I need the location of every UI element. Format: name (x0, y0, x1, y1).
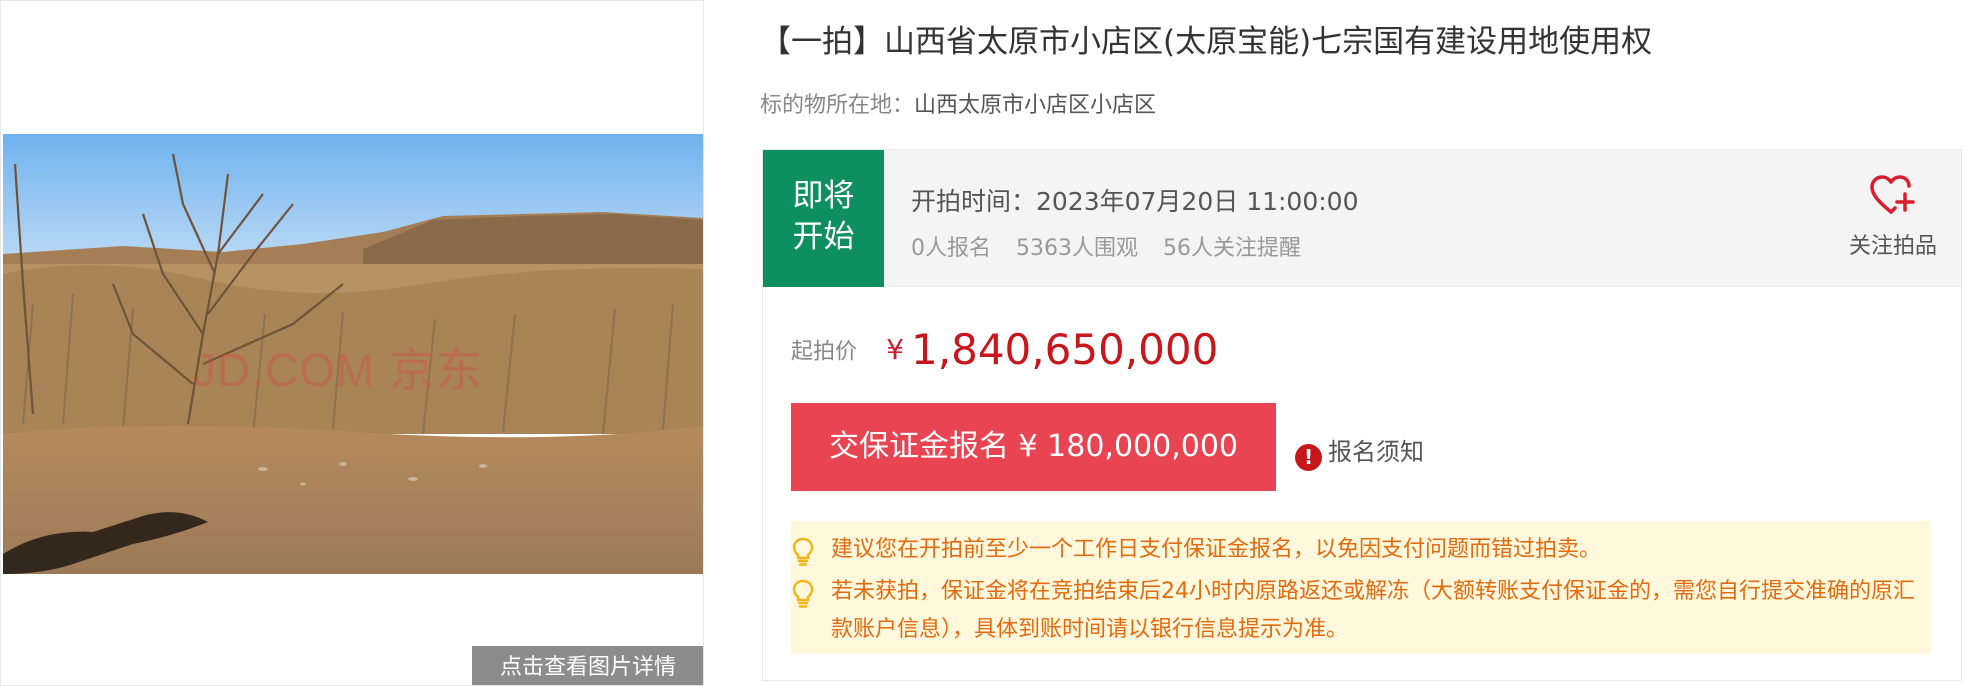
follow-label: 关注拍品 (1848, 234, 1937, 259)
lightbulb-icon (792, 537, 814, 566)
status-badge-line2: 开始 (792, 219, 855, 255)
heart-plus-icon (1870, 175, 1915, 214)
lightbulb-icon (792, 579, 814, 608)
land-photo[interactable]: JD.COM 京东 (3, 134, 703, 574)
tip-item: 建议您在开拍前至少一个工作日支付保证金报名，以免因支付问题而错过拍卖。 (792, 531, 1919, 569)
view-image-details-button[interactable]: 点击查看图片详情 (472, 646, 703, 685)
price-label: 起拍价 (791, 339, 858, 365)
view-count: 5363人围观 (1016, 236, 1138, 261)
tip-text: 若未获拍，保证金将在竞拍结束后24小时内原路返还或解冻（大额转账支付保证金的，需… (831, 579, 1915, 642)
tip-item: 若未获拍，保证金将在竞拍结束后24小时内原路返还或解冻（大额转账支付保证金的，需… (792, 573, 1919, 649)
status-badge: 即将 开始 (763, 150, 884, 287)
auction-panel: 即将 开始 开拍时间：2023年07月20日 11:00:00 0人报名 536… (762, 149, 1962, 681)
exclamation-circle-icon: ! (1295, 444, 1322, 471)
price-value: 1,840,650,000 (911, 325, 1219, 374)
tip-text: 建议您在开拍前至少一个工作日支付保证金报名，以免因支付问题而错过拍卖。 (831, 537, 1602, 562)
signup-notice-label: 报名须知 (1328, 438, 1424, 466)
auction-stats: 0人报名 5363人围观 56人关注提醒 (911, 230, 1319, 262)
deposit-tips: 建议您在开拍前至少一个工作日支付保证金报名，以免因支付问题而错过拍卖。 若未获拍… (791, 521, 1931, 654)
location: 标的物所在地：山西太原市小店区小店区 (760, 87, 1156, 119)
reminder-count: 56人关注提醒 (1163, 236, 1301, 261)
follow-item-button[interactable]: 关注拍品 (1843, 174, 1943, 260)
starting-price: 起拍价 ¥ 1,840,650,000 (791, 325, 1218, 374)
price-currency: ¥ (886, 333, 904, 366)
location-label: 标的物所在地： (760, 93, 915, 118)
signup-notice-link[interactable]: ! 报名须知 (1295, 432, 1424, 471)
status-badge-line1: 即将 (792, 178, 855, 214)
signup-count: 0人报名 (911, 236, 991, 261)
watermark: JD.COM 京东 (193, 344, 484, 396)
status-bar: 即将 开始 开拍时间：2023年07月20日 11:00:00 0人报名 536… (763, 150, 1961, 287)
listing-title: 【一拍】山西省太原市小店区(太原宝能)七宗国有建设用地使用权 (760, 24, 1653, 60)
start-time: 开拍时间：2023年07月20日 11:00:00 (911, 187, 1359, 216)
location-value: 山西太原市小店区小店区 (914, 93, 1157, 118)
pay-deposit-signup-button[interactable]: 交保证金报名 ¥ 180,000,000 (791, 403, 1276, 491)
image-gallery: JD.COM 京东 点击查看图片详情 (0, 0, 704, 686)
